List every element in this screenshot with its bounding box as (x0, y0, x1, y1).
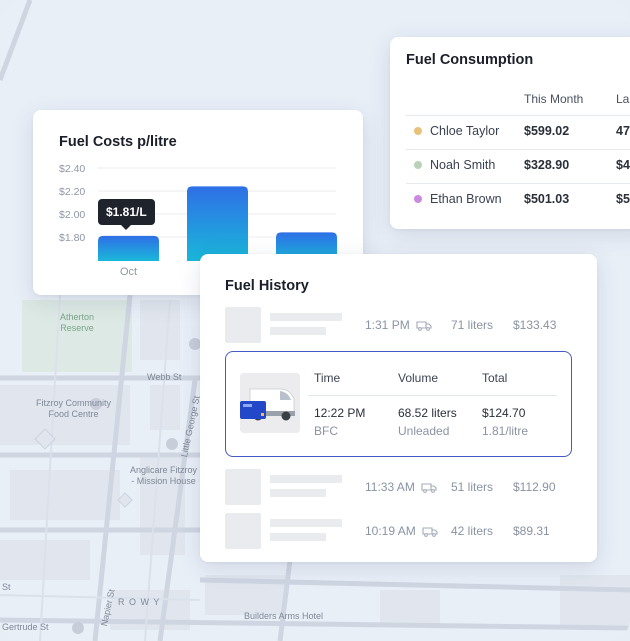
fuel-consumption-title: Fuel Consumption (406, 52, 534, 68)
driver-name: Chloe Taylor (430, 124, 500, 138)
y-tick-label: $2.40 (59, 163, 85, 175)
map-label-builders-arms: Builders Arms Hotel (244, 611, 324, 621)
history-row[interactable]: 1:31 PM 71 liters $133.43 (225, 307, 570, 343)
history-time-text: 1:31 PM (365, 318, 410, 332)
driver-name: Ethan Brown (430, 192, 502, 206)
bar[interactable] (98, 235, 159, 261)
history-volume: 51 liters (451, 480, 494, 494)
this-month-value: $501.03 (524, 192, 570, 206)
history-total: $133.43 (513, 318, 557, 332)
selected-price: 1.81/litre (482, 424, 529, 438)
bar[interactable] (187, 186, 248, 261)
last-month-value: 47 (616, 124, 630, 138)
header-volume: Volume (398, 371, 439, 385)
selected-fuel-type: Unleaded (398, 424, 450, 438)
history-time: 10:19 AM (365, 524, 438, 538)
consumption-row[interactable]: Chloe Taylor $599.02 47 (406, 115, 630, 149)
history-time-text: 11:33 AM (365, 480, 415, 494)
placeholder-line (270, 489, 326, 497)
this-month-value: $599.02 (524, 124, 570, 138)
map-label-rowy: R O W Y (118, 597, 161, 607)
map-label-fitzroy-centre: Fitzroy Community Food Centre (36, 398, 112, 419)
history-volume: 71 liters (451, 318, 494, 332)
history-total: $89.31 (513, 524, 550, 538)
color-dot (414, 127, 422, 135)
price-tooltip: $1.81/L (98, 199, 155, 230)
consumption-row[interactable]: Noah Smith $328.90 $4 (406, 149, 630, 183)
consumption-row[interactable]: Ethan Brown $501.03 $5 (406, 183, 630, 217)
selected-history-entry[interactable]: Time Volume Total 12:22 PM 68.52 liters … (225, 351, 572, 457)
placeholder-thumbnail (225, 307, 261, 343)
y-tick-label: $2.20 (59, 186, 85, 198)
color-dot (414, 161, 422, 169)
history-time: 11:33 AM (365, 480, 437, 494)
x-tick-label: Oct (120, 266, 137, 278)
selected-time: 12:22 PM (314, 406, 366, 420)
map-label-gertrude-st: Gertrude St (2, 622, 49, 632)
placeholder-line (270, 327, 326, 335)
fuel-consumption-card: Fuel Consumption This Month La Chloe Tay… (390, 37, 630, 229)
van-icon (421, 483, 437, 494)
driver-name: Noah Smith (430, 158, 496, 172)
header-this-month: This Month (524, 92, 584, 106)
history-row[interactable]: 11:33 AM 51 liters $112.90 (225, 469, 570, 505)
vehicle-thumbnail (240, 373, 300, 433)
placeholder-line (270, 475, 342, 483)
map-label-webb-st: Webb St (147, 372, 182, 382)
van-icon (416, 321, 432, 332)
history-volume: 42 liters (451, 524, 494, 538)
y-tick-label: $2.00 (59, 209, 85, 221)
selected-volume: 68.52 liters (398, 406, 457, 420)
last-month-value: $4 (616, 158, 630, 172)
app-canvas: Atherton Reserve Webb St Fitzroy Communi… (0, 0, 630, 641)
divider (308, 395, 557, 396)
history-row[interactable]: 10:19 AM 42 liters $89.31 (225, 513, 570, 549)
header-last-month: La (616, 92, 630, 106)
this-month-value: $328.90 (524, 158, 570, 172)
placeholder-line (270, 519, 342, 527)
history-total: $112.90 (513, 480, 556, 494)
map-label-st: St (2, 582, 11, 592)
y-tick-label: $1.80 (59, 232, 85, 244)
header-total: Total (482, 371, 508, 385)
history-time-text: 10:19 AM (365, 524, 416, 538)
selected-total: $124.70 (482, 406, 526, 420)
van-icon (422, 527, 438, 538)
map-label-anglicare: Anglicare Fitzroy - Mission House (130, 465, 198, 486)
fuel-history-card: Fuel History 1:31 PM 71 liters $133.43 T… (200, 254, 597, 562)
van-image (240, 373, 300, 433)
selected-station: BFC (314, 424, 338, 438)
placeholder-line (270, 533, 326, 541)
map-label-reserve: Atherton Reserve (60, 312, 95, 333)
history-time: 1:31 PM (365, 318, 432, 332)
last-month-value: $5 (616, 192, 630, 206)
placeholder-thumbnail (225, 513, 261, 549)
placeholder-line (270, 313, 342, 321)
placeholder-thumbnail (225, 469, 261, 505)
fuel-history-title: Fuel History (225, 278, 309, 294)
color-dot (414, 195, 422, 203)
header-time: Time (314, 371, 341, 385)
